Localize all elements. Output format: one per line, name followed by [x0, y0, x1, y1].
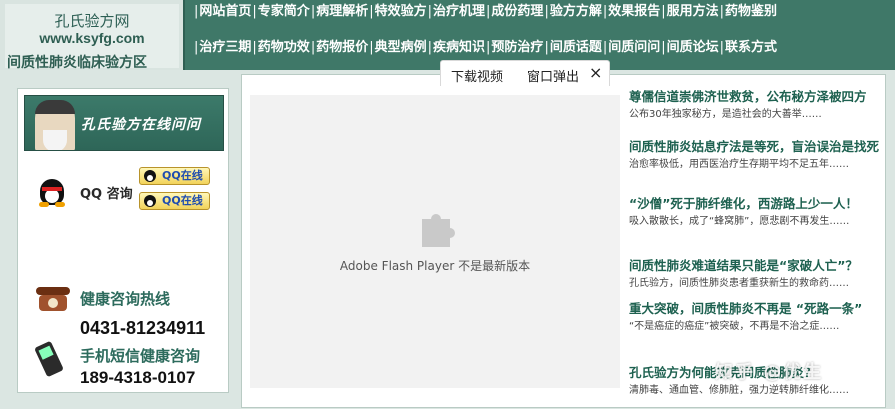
news-summary: 公布30年独家秘方，是造社会的大善举……	[629, 109, 822, 120]
nav-item-forum[interactable]: 间质论坛	[667, 40, 719, 55]
nav-item-prevention[interactable]: 预防治疗	[491, 40, 543, 55]
news-item: 间质性肺炎难道结果只能是“家破人亡”？ 孔氏验方，间质性肺炎患者重获新生的救命药…	[629, 256, 883, 291]
news-item: 间质性肺炎姑息疗法是等死，盲治误治是找死 治愈率极低，用西医治疗生存期平均不足五…	[629, 137, 883, 172]
popup-window-button[interactable]: 窗口弹出	[527, 66, 579, 85]
nav-item-topics[interactable]: 间质话题	[550, 40, 602, 55]
flash-outdated-message: Adobe Flash Player 不是最新版本	[339, 259, 531, 273]
telephone-icon	[36, 285, 70, 313]
news-summary: 孔氏验方，间质性肺炎患者重获新生的救命药……	[629, 278, 849, 289]
confucius-portrait-icon	[35, 100, 75, 150]
nav-item-experts[interactable]: 专家简介	[258, 4, 310, 19]
nav-item-mechanism[interactable]: 治疗机理	[433, 4, 485, 19]
news-item: 重大突破，间质性肺炎不再是 “死路一条” “不是癌症的癌症”被突破，不再是不治之…	[629, 299, 883, 334]
news-summary: 清肺毒、通血管、修肺脏，强力逆转肺纤维化……	[629, 385, 849, 396]
news-title[interactable]: 重大突破，间质性肺炎不再是 “死路一条”	[629, 299, 883, 319]
news-title[interactable]: “沙僧”死于肺纤维化，西游路上少一人！	[629, 194, 883, 214]
consult-sidebar: 孔氏验方在线问问 QQ 咨询 QQ在线 QQ在线 健康咨询热线 0431-812…	[17, 88, 229, 393]
qq-online-label: QQ在线	[162, 194, 203, 207]
qq-penguin-icon	[38, 173, 66, 207]
news-summary: 治愈率极低，用西医治疗生存期平均不足五年……	[629, 159, 849, 170]
mobile-phone-icon	[34, 340, 64, 378]
news-title[interactable]: 尊儒信道崇佛济世救贫，公布秘方泽被四方	[629, 87, 883, 107]
download-video-button[interactable]: 下载视频	[451, 66, 503, 85]
sms-number[interactable]: 189-4318-0107	[80, 368, 195, 388]
nav-row-2: |治疗三期|药物功效|药物报价|典型病例|疾病知识|预防治疗|间质话题|间质问问…	[194, 40, 778, 55]
nav-item-three-stages[interactable]: 治疗三期	[199, 40, 251, 55]
puzzle-plugin-icon	[422, 213, 455, 247]
nav-item-knowledge[interactable]: 疾病知识	[433, 40, 485, 55]
watermark-text: 知乎 @优生	[715, 362, 824, 383]
logo-section-title: 间质性肺炎临床验方区	[7, 55, 147, 71]
qq-small-icon	[144, 170, 156, 182]
nav-item-reports[interactable]: 效果报告	[608, 4, 660, 19]
qq-online-label: QQ在线	[162, 169, 203, 182]
news-title[interactable]: 间质性肺炎姑息疗法是等死，盲治误治是找死	[629, 137, 883, 157]
banner-text: 孔氏验方在线问问	[81, 117, 201, 133]
news-title[interactable]: 间质性肺炎难道结果只能是“家破人亡”？	[629, 256, 883, 276]
news-item: 尊儒信道崇佛济世救贫，公布秘方泽被四方 公布30年独家秘方，是造社会的大善举……	[629, 87, 883, 122]
site-logo[interactable]: 孔氏验方网 www.ksyfg.com 间质性肺炎临床验方区	[5, 4, 179, 71]
nav-item-pharmacology[interactable]: 成份药理	[491, 4, 543, 19]
hotline-label: 健康咨询热线	[80, 290, 171, 308]
logo-site-name: 孔氏验方网	[54, 12, 130, 30]
nav-item-remedies[interactable]: 特效验方	[375, 4, 427, 19]
nav-item-formula[interactable]: 验方方解	[550, 4, 602, 19]
nav-item-pathology[interactable]: 病理解析	[316, 4, 368, 19]
qq-online-button-2[interactable]: QQ在线	[139, 192, 210, 210]
nav-item-usage[interactable]: 服用方法	[667, 4, 719, 19]
nav-item-pricing[interactable]: 药物报价	[316, 40, 368, 55]
nav-item-home[interactable]: 网站首页	[199, 4, 251, 19]
qq-consult-label: QQ 咨询	[80, 187, 133, 202]
online-consult-banner[interactable]: 孔氏验方在线问问	[24, 95, 224, 151]
news-summary: “不是癌症的癌症”被突破，不再是不治之症……	[629, 321, 840, 332]
video-toolbar: 下载视频 窗口弹出 ×	[440, 60, 610, 86]
news-summary: 吸入散散长，成了“蜂窝肺”，愿悲剧不再发生……	[629, 216, 850, 227]
logo-url: www.ksyfg.com	[39, 30, 145, 46]
close-icon[interactable]: ×	[589, 63, 602, 82]
nav-item-efficacy[interactable]: 药物功效	[258, 40, 310, 55]
qq-online-button-1[interactable]: QQ在线	[139, 167, 210, 185]
nav-item-identification[interactable]: 药物鉴别	[725, 4, 777, 19]
sms-consult-label: 手机短信健康咨询	[80, 347, 201, 365]
hotline-number[interactable]: 0431-81234911	[80, 318, 205, 339]
news-item: “沙僧”死于肺纤维化，西游路上少一人！ 吸入散散长，成了“蜂窝肺”，愿悲剧不再发…	[629, 194, 883, 229]
nav-item-qa[interactable]: 间质问问	[608, 40, 660, 55]
nav-row-1: |网站首页|专家简介|病理解析|特效验方|治疗机理|成份药理|验方方解|效果报告…	[194, 4, 778, 19]
news-list: 尊儒信道崇佛济世救贫，公布秘方泽被四方 公布30年独家秘方，是造社会的大善举………	[629, 81, 883, 401]
nav-item-contact[interactable]: 联系方式	[725, 40, 777, 55]
qq-small-icon	[144, 195, 156, 207]
flash-player-placeholder[interactable]: Adobe Flash Player 不是最新版本	[250, 95, 620, 388]
nav-item-cases[interactable]: 典型病例	[375, 40, 427, 55]
